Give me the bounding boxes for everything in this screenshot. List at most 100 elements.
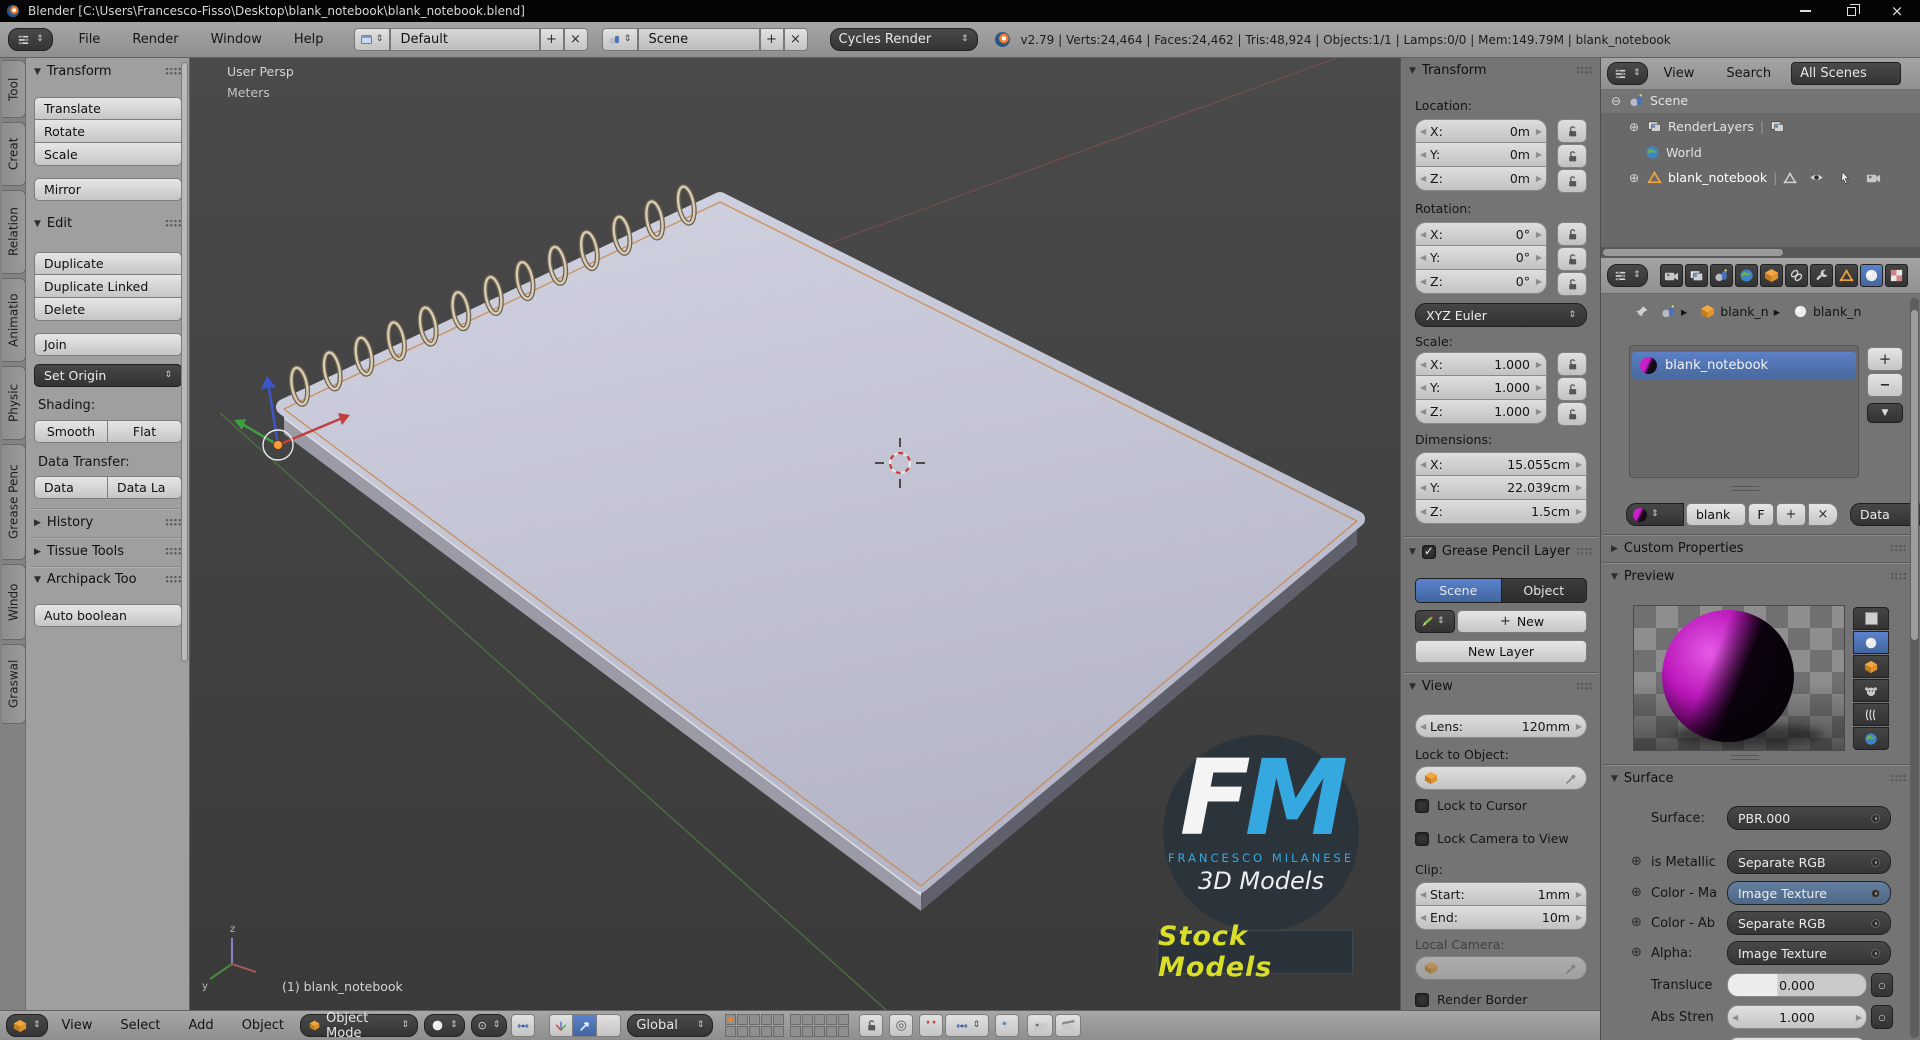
- opengl-render-image-button[interactable]: [1027, 1014, 1054, 1037]
- expand-socket-icon[interactable]: ⊕: [1631, 885, 1642, 900]
- lock-scale-z-button[interactable]: [1557, 402, 1587, 426]
- translate-button[interactable]: Translate: [34, 97, 182, 120]
- panel-header-preview[interactable]: ▼ Preview: [1611, 569, 1907, 584]
- color-ma-select[interactable]: Image Texture: [1727, 881, 1891, 905]
- clip-end-field[interactable]: ◀ End: 10m ▶: [1415, 906, 1587, 930]
- render-border-checkbox[interactable]: [1415, 992, 1429, 1007]
- mode-select[interactable]: Object Mode ⇕: [300, 1011, 419, 1040]
- manipulator-rotate-button[interactable]: [597, 1014, 622, 1037]
- tab-object[interactable]: [1759, 264, 1783, 287]
- panel-grip[interactable]: [1890, 544, 1907, 553]
- rotate-button[interactable]: Rotate: [34, 120, 182, 143]
- lens-field[interactable]: ◀ Lens: 120mm ▶: [1415, 714, 1587, 738]
- panel-grip[interactable]: [1576, 547, 1593, 556]
- lock-camera-checkbox[interactable]: [1415, 831, 1429, 846]
- collapse-tree-icon[interactable]: ⊖: [1609, 94, 1623, 108]
- dimensions-x-field[interactable]: ◀ X: 15.055cm ▶: [1415, 452, 1587, 476]
- expand-tree-icon[interactable]: ⊕: [1627, 171, 1641, 185]
- data-button[interactable]: Data: [34, 476, 108, 499]
- preview-type-sky-button[interactable]: [1853, 727, 1889, 750]
- duplicate-linked-button[interactable]: Duplicate Linked: [34, 275, 182, 298]
- preview-type-cube-button[interactable]: [1853, 655, 1889, 678]
- panel-grip[interactable]: [1890, 774, 1907, 783]
- local-camera-field[interactable]: [1415, 956, 1587, 980]
- breadcrumb-material[interactable]: blank_n: [1813, 304, 1861, 319]
- manipulator-translate-button[interactable]: [573, 1014, 598, 1037]
- menu-help[interactable]: Help: [278, 32, 340, 47]
- viewport-menu-select[interactable]: Select: [120, 1018, 160, 1033]
- scene-delete-button[interactable]: ×: [783, 28, 808, 51]
- minimize-button[interactable]: [1782, 0, 1828, 22]
- manipulator-axes-button[interactable]: [549, 1014, 574, 1037]
- restore-button[interactable]: [1828, 0, 1874, 22]
- scale-z-field[interactable]: ◀ Z: 1.000 ▶: [1415, 400, 1547, 424]
- viewport-editor-selector[interactable]: ⇕: [6, 1014, 48, 1037]
- scene-lock-button[interactable]: [859, 1014, 884, 1037]
- tab-texture[interactable]: [1884, 264, 1908, 287]
- scene-add-button[interactable]: +: [759, 28, 784, 51]
- preview-type-hair-button[interactable]: [1853, 703, 1889, 726]
- panel-header-archipack[interactable]: ▼ Archipack Too: [34, 572, 182, 587]
- tab-world[interactable]: [1734, 264, 1758, 287]
- lock-scale-y-button[interactable]: [1557, 377, 1587, 401]
- gp-scene-tab[interactable]: Scene: [1415, 578, 1502, 603]
- panel-grip[interactable]: [165, 67, 182, 76]
- editor-type-selector[interactable]: ⇕: [8, 28, 53, 51]
- tab-create[interactable]: Creat: [2, 122, 26, 186]
- color-ab-select[interactable]: Separate RGB: [1727, 911, 1891, 935]
- expand-socket-icon[interactable]: ⊕: [1631, 915, 1642, 930]
- gp-new-button[interactable]: + New: [1457, 610, 1587, 633]
- pivot-point-select[interactable]: ⊙ ⇕: [470, 1014, 508, 1037]
- lock-to-cursor-row[interactable]: Lock to Cursor: [1415, 798, 1527, 813]
- rotation-z-field[interactable]: ◀ Z: 0° ▶: [1415, 270, 1547, 294]
- expand-socket-icon[interactable]: ⊕: [1631, 854, 1642, 869]
- material-slot-selected[interactable]: blank_notebook: [1632, 352, 1856, 379]
- tab-graswald[interactable]: Graswal: [2, 644, 26, 724]
- scale-button[interactable]: Scale: [34, 143, 182, 166]
- material-slot-add-button[interactable]: +: [1867, 347, 1903, 371]
- shade-smooth-button[interactable]: Smooth: [34, 420, 108, 443]
- panel-grip[interactable]: [1890, 572, 1907, 581]
- panel-header-view[interactable]: ▼ View: [1409, 679, 1593, 694]
- gp-object-tab[interactable]: Object: [1501, 578, 1587, 603]
- layout-name-field[interactable]: Default: [389, 28, 540, 51]
- panel-header-grease-pencil[interactable]: ▼ Grease Pencil Layer: [1409, 544, 1593, 559]
- outliner-display-mode[interactable]: All Scenes: [1791, 62, 1902, 85]
- viewport-menu-view[interactable]: View: [62, 1018, 93, 1033]
- selectable-cursor-icon[interactable]: [1838, 171, 1852, 185]
- panel-header-surface[interactable]: ▼ Surface: [1611, 771, 1907, 786]
- layout-delete-button[interactable]: ×: [563, 28, 588, 51]
- duplicate-button[interactable]: Duplicate: [34, 252, 182, 275]
- tab-render-layers[interactable]: [1684, 264, 1708, 287]
- panel-grip[interactable]: [165, 219, 182, 228]
- outliner-item-renderlayers[interactable]: ⊕ RenderLayers |: [1627, 119, 1785, 134]
- panel-header-transform[interactable]: ▼ Transform: [34, 64, 182, 79]
- lock-location-z-button[interactable]: [1557, 169, 1587, 193]
- node-dot-button[interactable]: ○: [1871, 1005, 1893, 1029]
- lock-camera-row[interactable]: Lock Camera to View: [1415, 831, 1569, 846]
- lock-rotation-y-button[interactable]: [1557, 247, 1587, 271]
- toolshelf-scrollbar[interactable]: [181, 62, 188, 662]
- layer-grid-2[interactable]: [790, 1014, 850, 1037]
- list-resize-handle[interactable]: [1731, 486, 1759, 491]
- snap-element-select[interactable]: ⇕: [945, 1014, 990, 1037]
- preview-resize-handle[interactable]: [1731, 755, 1759, 760]
- viewport-menu-add[interactable]: Add: [189, 1018, 214, 1033]
- tab-animation[interactable]: Animatio: [2, 278, 26, 362]
- outliner-item-blank-notebook[interactable]: ⊕ blank_notebook |: [1627, 170, 1881, 185]
- render-simplify-button[interactable]: [995, 1014, 1020, 1037]
- grease-pencil-checkbox[interactable]: [1421, 544, 1436, 559]
- panel-header-custom-properties[interactable]: ▶ Custom Properties: [1611, 541, 1907, 556]
- outliner-view-menu[interactable]: View: [1648, 66, 1711, 81]
- delete-button[interactable]: Delete: [34, 298, 182, 321]
- layer-grid-1[interactable]: [725, 1014, 785, 1037]
- tab-modifiers[interactable]: [1809, 264, 1833, 287]
- set-origin-menu[interactable]: Set Origin ⇕: [34, 364, 182, 387]
- tab-render[interactable]: [1659, 264, 1683, 287]
- data-layout-button[interactable]: Data La: [108, 476, 182, 499]
- scale-y-field[interactable]: ◀ Y: 1.000 ▶: [1415, 376, 1547, 400]
- preview-type-flat-button[interactable]: [1853, 607, 1889, 630]
- pin-icon[interactable]: [1635, 304, 1650, 319]
- tab-relations[interactable]: Relation: [2, 190, 26, 274]
- orientation-select[interactable]: Global ⇕: [627, 1014, 714, 1037]
